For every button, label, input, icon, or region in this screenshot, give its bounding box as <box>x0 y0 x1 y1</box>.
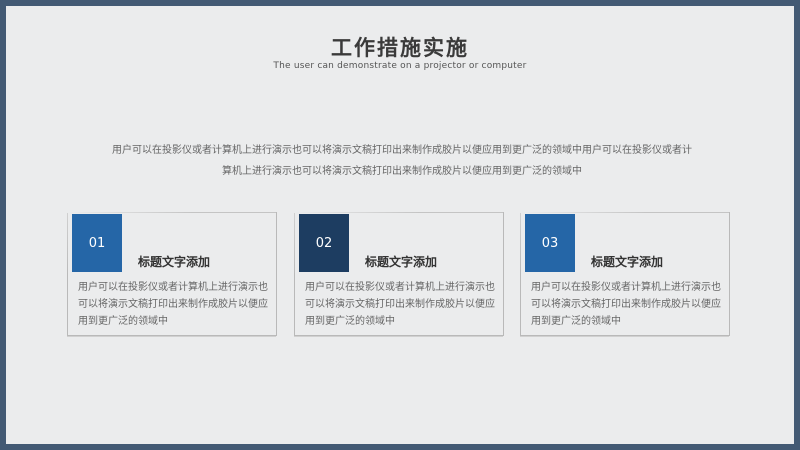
card-number-box: 03 <box>525 214 575 272</box>
slide-subtitle: The user can demonstrate on a projector … <box>273 61 527 71</box>
card-title: 标题文字添加 <box>365 255 438 269</box>
card-number: 01 <box>88 235 106 251</box>
card-2: 02 标题文字添加 用户可以在投影仪或者计算机上进行演示也可以将演示文稿打印出来… <box>294 212 505 337</box>
intro-paragraph: 用户可以在投影仪或者计算机上进行演示也可以将演示文稿打印出来制作成胶片以便应用到… <box>112 145 692 177</box>
card-text: 用户可以在投影仪或者计算机上进行演示也可以将演示文稿打印出来制作成胶片以便应用到… <box>531 282 721 327</box>
slide: 工作措施实施 The user can demonstrate on a pro… <box>6 6 794 444</box>
card-1: 01 标题文字添加 用户可以在投影仪或者计算机上进行演示也可以将演示文稿打印出来… <box>67 212 278 337</box>
card-3: 03 标题文字添加 用户可以在投影仪或者计算机上进行演示也可以将演示文稿打印出来… <box>520 212 731 337</box>
card-number-box: 02 <box>299 214 349 272</box>
card-text: 用户可以在投影仪或者计算机上进行演示也可以将演示文稿打印出来制作成胶片以便应用到… <box>305 282 495 327</box>
card-number-box: 01 <box>72 214 122 272</box>
card-text: 用户可以在投影仪或者计算机上进行演示也可以将演示文稿打印出来制作成胶片以便应用到… <box>78 282 268 327</box>
card-number: 03 <box>541 235 559 251</box>
slide-title: 工作措施实施 <box>331 36 469 60</box>
card-number: 02 <box>315 235 333 251</box>
card-title: 标题文字添加 <box>138 255 211 269</box>
card-title: 标题文字添加 <box>591 255 664 269</box>
